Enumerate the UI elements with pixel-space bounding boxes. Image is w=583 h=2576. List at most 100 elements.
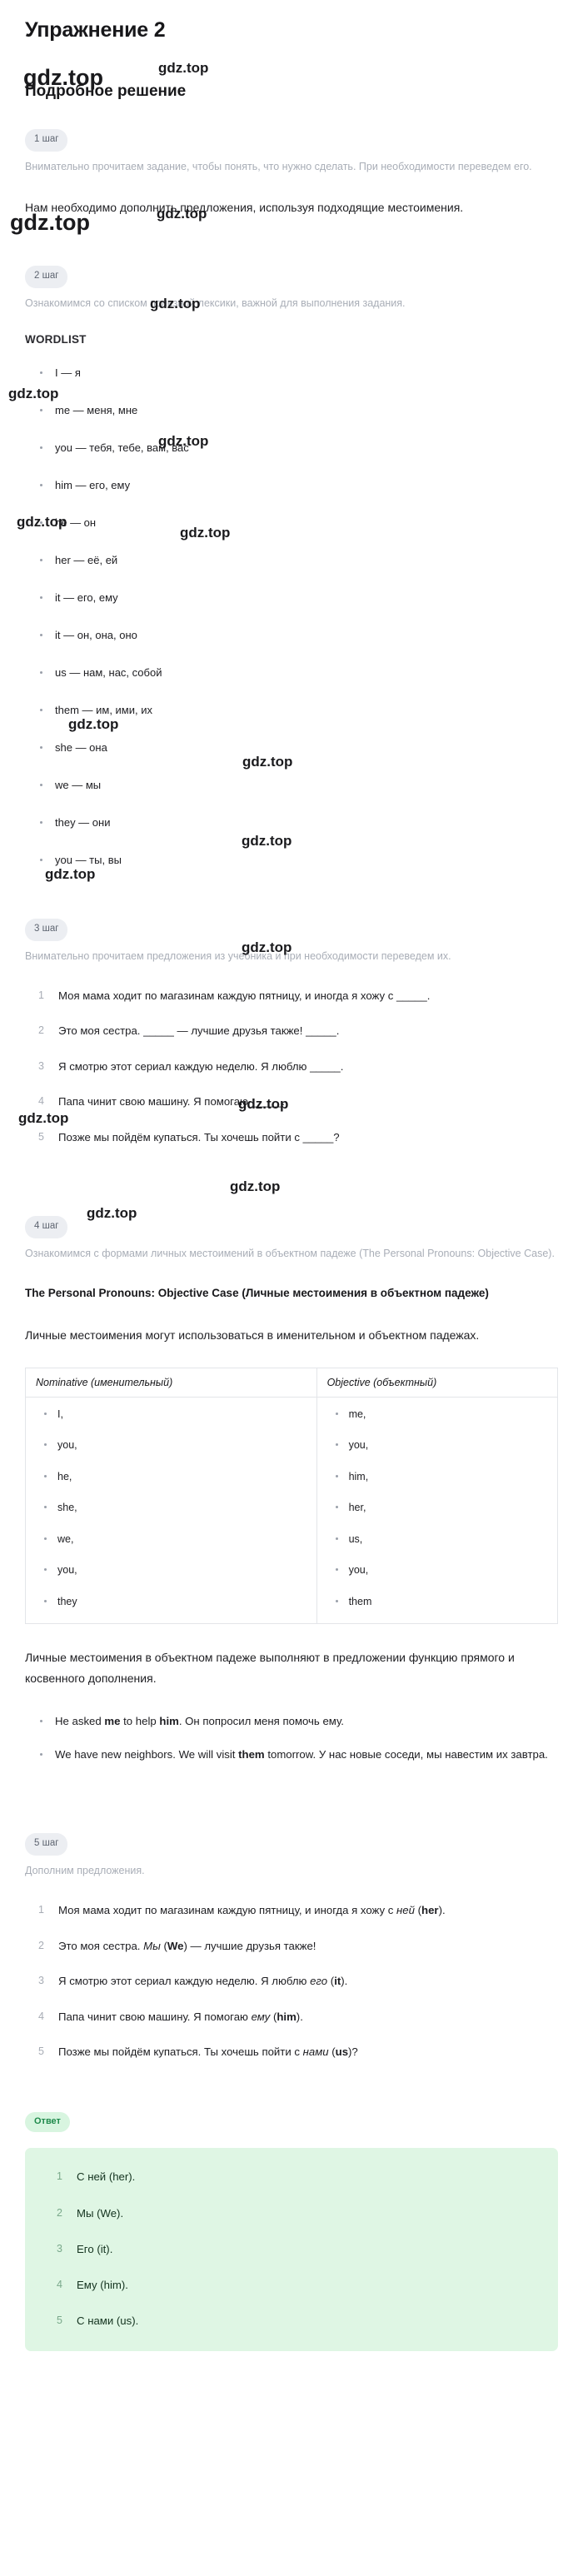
sentence-text: ). — [438, 1904, 446, 1917]
list-item: them — им, ими, их — [37, 705, 558, 715]
sentence-text: ). — [296, 2010, 303, 2023]
sentence-italic: его — [310, 1975, 328, 1988]
sentence-text: ( — [328, 2045, 336, 2058]
list-item: Позже мы пойдём купаться. Ты хочешь пойт… — [38, 1128, 340, 1148]
sentence-italic: Мы — [143, 1939, 161, 1952]
list-item: we, — [42, 1534, 308, 1545]
list-item: it — его, ему — [37, 592, 558, 603]
step-2-section: 2 шаг Ознакомимся со списком полезной ле… — [25, 266, 558, 865]
example-bold-1: me — [104, 1714, 121, 1727]
list-item: I — я — [37, 367, 558, 378]
wordlist-heading: WORDLIST — [25, 333, 87, 346]
step-note-1: Внимательно прочитаем задание, чтобы пон… — [25, 160, 532, 172]
list-item: С нами (us). — [57, 2314, 139, 2328]
list-item: us — нам, нас, собой — [37, 667, 558, 678]
step-3-section: 3 шаг Внимательно прочитаем предложения … — [25, 919, 558, 1148]
sentence-italic: нами — [302, 2045, 329, 2058]
step-note-3: Внимательно прочитаем предложения из уче… — [25, 949, 451, 962]
list-item: Папа чинит свою машину. Я помогаю _____. — [38, 1092, 285, 1112]
sentence-italic: ней — [396, 1904, 415, 1917]
objective-case-function: Личные местоимения в объектном падеже вы… — [25, 1651, 515, 1686]
list-item: Я смотрю этот сериал каждую неделю. Я лю… — [37, 1971, 558, 1991]
list-item: him, — [334, 1472, 549, 1482]
list-item: they — они — [37, 817, 558, 828]
list-item: you, — [42, 1440, 308, 1451]
list-item: Ему (him). — [57, 2279, 128, 2292]
list-item: he — он — [37, 517, 558, 528]
table-row: I, you, he, she, we, you, they me, you, — [25, 1396, 559, 1625]
example-pre: He asked — [55, 1714, 105, 1727]
list-item: her — её, ей — [37, 555, 558, 566]
sentence-bold: him — [277, 2010, 296, 2023]
step-1-section: 1 шаг Внимательно прочитаем задание, что… — [25, 129, 558, 219]
objective-case-intro: Личные местоимения могут использоваться … — [25, 1328, 480, 1342]
list-item: we — мы — [37, 780, 558, 790]
list-item: he, — [42, 1472, 308, 1482]
list-item: Позже мы пойдём купаться. Ты хочешь пойт… — [37, 2042, 558, 2062]
solution-heading: Подробное решение — [25, 82, 187, 100]
example-bold-1: them — [238, 1748, 265, 1761]
completed-sentences: Моя мама ходит по магазинам каждую пятни… — [25, 1901, 558, 2062]
nominative-cell: I, you, he, she, we, you, they — [25, 1396, 317, 1625]
list-item: him — его, ему — [37, 480, 558, 491]
step-badge-5: 5 шаг — [25, 1833, 68, 1856]
objective-case-heading: The Personal Pronouns: Objective Case (Л… — [25, 1286, 489, 1299]
pronoun-table: Nominative (именительный) Objective (объ… — [25, 1367, 559, 1625]
sentence-text: Позже мы пойдём купаться. Ты хочешь пойт… — [58, 2045, 303, 2058]
list-item: you, — [334, 1565, 549, 1576]
list-item: you, — [334, 1440, 549, 1451]
objective-cell: me, you, him, her, us, you, them — [316, 1396, 559, 1625]
page-title: Упражнение 2 — [25, 18, 166, 42]
list-item: she — она — [37, 742, 558, 753]
step-4-section: 4 шаг Ознакомимся с формами личных место… — [25, 1216, 559, 1766]
example-bold-2: him — [159, 1714, 179, 1727]
answer-section: Ответ С ней (her). Мы (We). Его (it). Ем… — [25, 2112, 558, 2352]
list-item: her, — [334, 1502, 549, 1513]
list-item: they — [42, 1597, 308, 1607]
sentence-text: Это моя сестра. — [58, 1939, 144, 1952]
step-badge-4: 4 шаг — [25, 1216, 68, 1238]
list-item: you, — [42, 1565, 308, 1576]
sentence-text: )? — [348, 2045, 358, 2058]
list-item: С ней (her). — [57, 2170, 136, 2184]
sentence-italic: ему — [251, 2010, 271, 2023]
sentence-text: Я смотрю этот сериал каждую неделю. Я лю… — [58, 1975, 311, 1988]
sentence-text: ( — [414, 1904, 422, 1917]
list-item: Моя мама ходит по магазинам каждую пятни… — [37, 1901, 558, 1921]
list-item: she, — [42, 1502, 308, 1513]
step-badge-1: 1 шаг — [25, 129, 68, 152]
list-item: it — он, она, оно — [37, 630, 558, 640]
sentence-bold: us — [335, 2045, 349, 2058]
step-5-section: 5 шаг Дополним предложения. Моя мама ход… — [25, 1833, 558, 2062]
step-1-body: Нам необходимо дополнить предложения, ис… — [25, 200, 464, 214]
list-item: Папа чинит свою машину. Я помогаю ему (h… — [37, 2007, 558, 2027]
step-note-4: Ознакомимся с формами личных местоимений… — [25, 1247, 555, 1259]
step-badge-2: 2 шаг — [25, 266, 68, 288]
list-item: He asked me to help him. Он попросил мен… — [37, 1712, 558, 1731]
list-item: me, — [334, 1409, 549, 1420]
list-item: Мы (We). — [57, 2206, 124, 2220]
sentence-bold: her — [421, 1904, 439, 1917]
example-mid: to help — [120, 1714, 160, 1727]
task-sentences: Моя мама ходит по магазинам каждую пятни… — [25, 986, 558, 1148]
example-post: tomorrow. У нас новые соседи, мы навести… — [264, 1748, 548, 1761]
sentence-text: ) — лучшие друзья также! — [183, 1939, 316, 1952]
sentence-text: ( — [327, 1975, 335, 1988]
step-note-5: Дополним предложения. — [25, 1864, 145, 1876]
list-item: you — ты, вы — [37, 855, 558, 865]
answer-badge: Ответ — [25, 2112, 70, 2133]
step-badge-3: 3 шаг — [25, 919, 68, 941]
sentence-text: Моя мама ходит по магазинам каждую пятни… — [58, 1904, 397, 1917]
list-item: them — [334, 1597, 549, 1607]
list-item: Это моя сестра. _____ — лучшие друзья та… — [38, 1021, 340, 1041]
step-note-2: Ознакомимся со списком полезной лексики,… — [25, 296, 406, 309]
column-header-objective: Objective (объектный) — [316, 1367, 559, 1398]
list-item: I, — [42, 1409, 308, 1420]
column-header-nominative: Nominative (именительный) — [25, 1367, 317, 1398]
list-item: Его (it). — [57, 2242, 113, 2255]
list-item: We have new neighbors. We will visit the… — [37, 1745, 558, 1765]
example-pre: We have new neighbors. We will visit — [55, 1748, 239, 1761]
example-sentences: He asked me to help him. Он попросил мен… — [25, 1712, 558, 1766]
list-item: us, — [334, 1534, 549, 1545]
sentence-text: ( — [160, 1939, 167, 1952]
